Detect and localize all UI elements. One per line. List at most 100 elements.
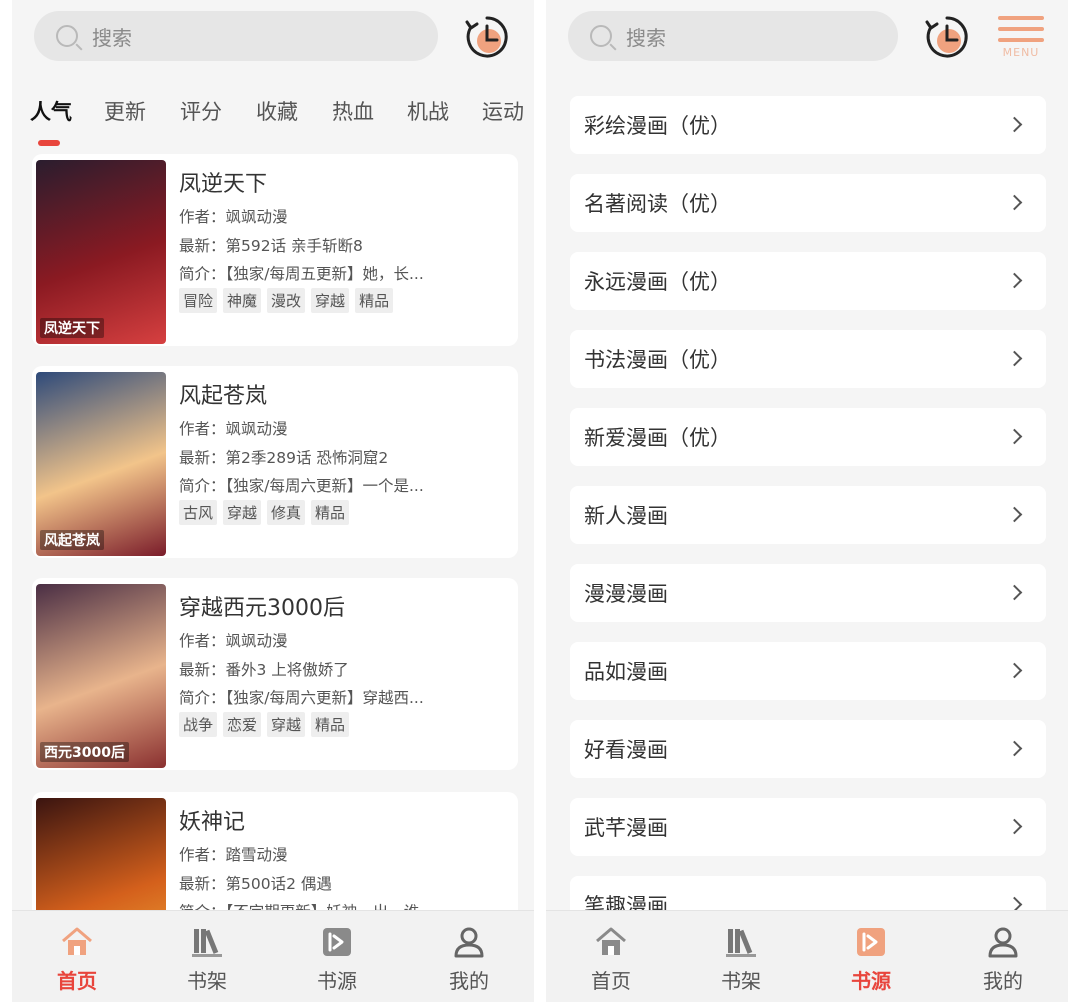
- menu-bar: [998, 16, 1044, 20]
- tab-favorites[interactable]: 收藏: [256, 96, 298, 126]
- screens: 搜索 人气 更新 评分 收藏 热血 机战 运动 凤逆天下 凤逆天下 作者：飒飒动…: [0, 0, 1080, 1002]
- bookshelf-icon: [726, 929, 756, 957]
- comic-cover[interactable]: 西元3000后: [36, 584, 166, 768]
- comic-tag: 穿越: [223, 500, 262, 525]
- comic-card[interactable]: 凤逆天下 凤逆天下 作者：飒飒动漫 最新：第592话 亲手斩断8 简介：【独家/…: [32, 154, 518, 346]
- tab-hot-blood[interactable]: 热血: [332, 96, 374, 126]
- source-label: 书法漫画（优）: [584, 348, 731, 372]
- nav-home[interactable]: 首页: [566, 917, 656, 1002]
- comic-tag: 精品: [311, 500, 350, 525]
- nav-bookshelf[interactable]: 书架: [162, 917, 252, 1002]
- bottom-nav: 首页 书架 书源 我的: [12, 910, 534, 1002]
- comic-tag: 漫改: [267, 288, 306, 313]
- source-item[interactable]: 新人漫画: [570, 486, 1046, 544]
- comic-title: 凤逆天下: [179, 172, 268, 197]
- comic-author: 作者：飒飒动漫: [179, 420, 288, 438]
- comic-title: 风起苍岚: [179, 384, 268, 409]
- comic-tag: 冒险: [179, 288, 218, 313]
- comic-cover[interactable]: 凤逆天下: [36, 160, 166, 344]
- source-label: 漫漫漫画: [584, 582, 668, 606]
- source-label: 新爱漫画（优）: [584, 426, 731, 450]
- chevron-right-icon: [1006, 116, 1023, 133]
- comic-latest: 最新：第500话2 偶遇: [179, 875, 332, 893]
- nav-home[interactable]: 首页: [32, 917, 122, 1002]
- source-item[interactable]: 武芊漫画: [570, 798, 1046, 856]
- tab-mecha[interactable]: 机战: [407, 96, 449, 126]
- nav-label: 书架: [721, 969, 761, 993]
- nav-label: 首页: [591, 969, 631, 993]
- nav-book-source[interactable]: 书源: [826, 917, 916, 1002]
- profile-icon: [454, 927, 484, 958]
- chevron-right-icon: [1006, 272, 1023, 289]
- nav-label: 书源: [851, 969, 891, 993]
- search-bar[interactable]: 搜索: [34, 11, 438, 61]
- comic-latest: 最新：第2季289话 恐怖洞窟2: [179, 449, 389, 467]
- chevron-right-icon: [1006, 194, 1023, 211]
- comic-card[interactable]: 西元3000后 穿越西元3000后 作者：飒飒动漫 最新：番外3 上将傲娇了 简…: [32, 578, 518, 770]
- home-icon: [62, 927, 92, 955]
- search-icon: [56, 25, 78, 47]
- source-item[interactable]: 新爱漫画（优）: [570, 408, 1046, 466]
- comic-card[interactable]: 风起苍岚 风起苍岚 作者：飒飒动漫 最新：第2季289话 恐怖洞窟2 简介：【独…: [32, 366, 518, 558]
- comic-cover[interactable]: 风起苍岚: [36, 372, 166, 556]
- comic-tag: 战争: [179, 712, 218, 737]
- nav-profile[interactable]: 我的: [424, 917, 514, 1002]
- comic-tags: 战争 恋爱 穿越 精品: [179, 712, 355, 737]
- nav-label: 书架: [187, 969, 227, 993]
- menu-label: MENU: [1002, 46, 1040, 59]
- tab-rating[interactable]: 评分: [180, 96, 222, 126]
- tab-indicator: [38, 140, 60, 146]
- nav-label: 我的: [983, 969, 1023, 993]
- source-item[interactable]: 名著阅读（优）: [570, 174, 1046, 232]
- nav-label: 首页: [57, 969, 97, 993]
- comic-tags: 冒险 神魔 漫改 穿越 精品: [179, 288, 399, 313]
- top-bar: 搜索: [12, 0, 534, 80]
- comic-tag: 精品: [311, 712, 350, 737]
- category-tabs: 人气 更新 评分 收藏 热血 机战 运动: [12, 96, 534, 152]
- source-item[interactable]: 品如漫画: [570, 642, 1046, 700]
- search-placeholder: 搜索: [626, 25, 666, 50]
- history-icon[interactable]: [464, 14, 510, 60]
- chevron-right-icon: [1006, 740, 1023, 757]
- comic-tag: 古风: [179, 500, 218, 525]
- source-label: 品如漫画: [584, 660, 668, 684]
- source-item[interactable]: 好看漫画: [570, 720, 1046, 778]
- source-item[interactable]: 书法漫画（优）: [570, 330, 1046, 388]
- comic-author: 作者：飒飒动漫: [179, 208, 288, 226]
- comic-latest: 最新：番外3 上将傲娇了: [179, 661, 349, 679]
- search-bar[interactable]: 搜索: [568, 11, 898, 61]
- source-label: 彩绘漫画（优）: [584, 114, 731, 138]
- source-label: 新人漫画: [584, 504, 668, 528]
- comic-intro: 简介：【独家/每周六更新】一个是...: [179, 477, 424, 495]
- source-label: 好看漫画: [584, 738, 668, 762]
- chevron-right-icon: [1006, 350, 1023, 367]
- chevron-right-icon: [1006, 818, 1023, 835]
- comic-tags: 古风 穿越 修真 精品: [179, 500, 355, 525]
- comic-title: 穿越西元3000后: [179, 596, 345, 621]
- source-label: 武芊漫画: [584, 816, 668, 840]
- nav-book-source[interactable]: 书源: [292, 917, 382, 1002]
- cover-title-art: 风起苍岚: [40, 530, 104, 550]
- source-item[interactable]: 永远漫画（优）: [570, 252, 1046, 310]
- comic-tag: 修真: [267, 500, 306, 525]
- nav-bookshelf[interactable]: 书架: [696, 917, 786, 1002]
- history-icon[interactable]: [924, 14, 970, 60]
- comic-tag: 精品: [355, 288, 394, 313]
- source-label: 名著阅读（优）: [584, 192, 731, 216]
- bookshelf-icon: [192, 929, 222, 957]
- nav-label: 我的: [449, 969, 489, 993]
- nav-profile[interactable]: 我的: [958, 917, 1048, 1002]
- comic-tag: 穿越: [267, 712, 306, 737]
- tab-sports[interactable]: 运动: [482, 96, 524, 126]
- book-source-icon: [323, 928, 351, 956]
- tab-popular[interactable]: 人气: [30, 96, 72, 126]
- comic-tag: 神魔: [223, 288, 262, 313]
- source-item[interactable]: 漫漫漫画: [570, 564, 1046, 622]
- source-item[interactable]: 彩绘漫画（优）: [570, 96, 1046, 154]
- menu-button[interactable]: MENU: [996, 14, 1046, 62]
- chevron-right-icon: [1006, 584, 1023, 601]
- cover-title-art: 西元3000后: [40, 742, 129, 762]
- tab-updated[interactable]: 更新: [104, 96, 146, 126]
- home-icon: [596, 927, 626, 955]
- book-source-icon: [857, 928, 885, 956]
